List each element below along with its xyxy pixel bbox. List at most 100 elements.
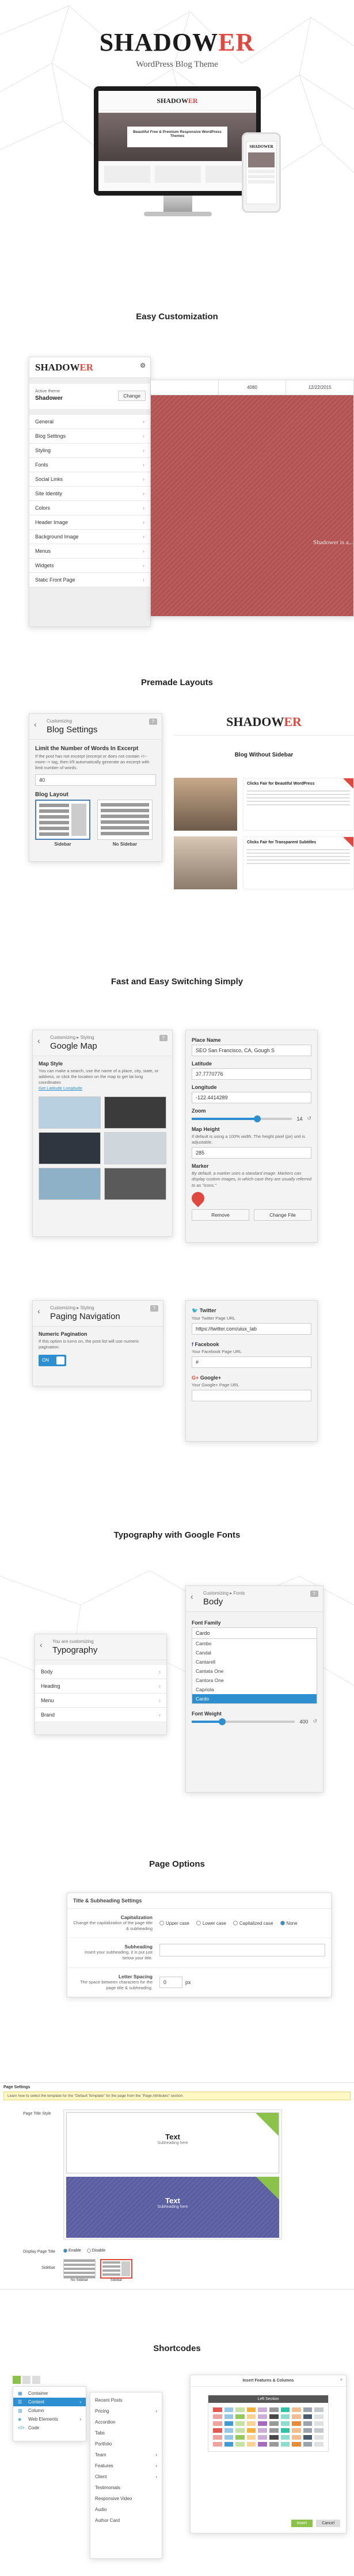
icon-picker-cell[interactable] [246,2407,256,2412]
icon-picker-cell[interactable] [213,2428,222,2433]
close-icon[interactable]: × [340,2378,342,2382]
customizer-menu-item[interactable]: Site Identity › [29,487,150,501]
sidebar-option-none[interactable]: No Sidebar [63,2259,96,2282]
shortcode-submenu-item[interactable]: Client › [90,2471,162,2482]
icon-picker-cell[interactable] [224,2414,234,2419]
icon-picker-cell[interactable] [292,2414,301,2419]
icon-picker-cell[interactable] [292,2407,301,2412]
shortcode-menu-item[interactable]: </> Code [13,2424,86,2432]
cancel-button[interactable]: Cancel [316,2520,340,2527]
customizer-menu-item[interactable]: Static Front Page › [29,573,150,587]
help-button[interactable]: ? [310,1591,318,1597]
zoom-slider[interactable] [192,1115,292,1122]
customizer-menu-item[interactable]: Blog Settings › [29,429,150,444]
shortcode-submenu-item[interactable]: Pricing › [90,2406,162,2417]
customizer-menu-item[interactable]: Widgets › [29,559,150,573]
zoom-slider-handle[interactable] [254,1115,261,1122]
customizer-menu-item[interactable]: Background Image › [29,530,150,544]
font-family-option[interactable]: Cantarell [192,1657,317,1667]
map-height-input[interactable]: 285 [192,1147,311,1159]
title-style-image[interactable]: Text Subheading here [66,2177,279,2238]
customizer-menu-item[interactable]: Social Links › [29,472,150,487]
help-button[interactable]: ? [149,718,157,725]
font-weight-slider-handle[interactable] [218,1718,226,1725]
icon-picker-cell[interactable] [246,2442,256,2447]
icon-picker-cell[interactable] [303,2421,313,2426]
icon-picker-cell[interactable] [314,2428,323,2433]
shortcode-submenu-item[interactable]: Features › [90,2460,162,2471]
title-style-plain[interactable]: Text Subheading here [66,2112,279,2173]
icon-picker-cell[interactable] [292,2421,301,2426]
icon-picker-cell[interactable] [292,2428,301,2433]
customizer-menu-item[interactable]: Colors › [29,501,150,515]
icon-picker-cell[interactable] [224,2435,234,2440]
map-style-option[interactable] [39,1167,101,1200]
icon-picker-cell[interactable] [235,2435,245,2440]
icon-picker-cell[interactable] [269,2407,279,2412]
icon-picker-cell[interactable] [213,2442,222,2447]
icon-picker-cell[interactable] [280,2435,290,2440]
shortcode-submenu-item[interactable]: Audio [90,2504,162,2515]
font-family-option[interactable]: Cantora One [192,1676,317,1685]
help-button[interactable]: ? [150,1305,158,1312]
icon-picker-cell[interactable] [246,2421,256,2426]
typography-menu-item[interactable]: Body › [35,1665,166,1679]
icon-picker-cell[interactable] [258,2435,267,2440]
icon-picker-cell[interactable] [224,2421,234,2426]
icon-picker-cell[interactable] [235,2442,245,2447]
icon-picker-cell[interactable] [303,2414,313,2419]
font-family-option[interactable]: Cantata One [192,1667,317,1676]
shortcode-submenu-item[interactable]: Tabs [90,2428,162,2439]
customizer-menu-item[interactable]: Styling › [29,444,150,458]
reset-icon[interactable]: ↺ [307,1115,311,1122]
icon-picker-cell[interactable] [314,2435,323,2440]
facebook-input[interactable]: # [192,1356,311,1369]
capitalization-option[interactable]: Upper case [159,1921,189,1926]
shortcode-menu-item[interactable]: ▥ Column [13,2406,86,2415]
icon-picker-cell[interactable] [235,2428,245,2433]
gear-icon[interactable]: ⚙ [140,362,146,369]
map-style-option[interactable] [104,1167,166,1200]
shortcode-submenu-item[interactable]: Testimonials [90,2482,162,2493]
change-file-button[interactable]: Change File [254,1209,311,1221]
layout-option-no-sidebar[interactable]: No Sidebar [97,800,153,847]
place-name-input[interactable]: SEO San Francisco, CA, Gough S [192,1045,311,1056]
shortcode-menu-item[interactable]: ☰ Content › [13,2398,86,2406]
remove-marker-button[interactable]: Remove [192,1209,249,1221]
letter-spacing-input[interactable]: 0 [159,1976,182,1988]
icon-picker-cell[interactable] [269,2421,279,2426]
shortcode-submenu-item[interactable]: Accordion [90,2417,162,2428]
icon-picker-cell[interactable] [314,2407,323,2412]
shortcode-menu-item[interactable]: ◈ Web Elements › [13,2415,86,2424]
change-theme-button[interactable]: Change [118,391,146,401]
icon-picker-cell[interactable] [303,2435,313,2440]
icon-picker-cell[interactable] [246,2435,256,2440]
icon-picker-cell[interactable] [292,2435,301,2440]
icon-picker-cell[interactable] [213,2414,222,2419]
icon-picker-cell[interactable] [280,2421,290,2426]
map-style-option[interactable] [104,1096,166,1129]
icon-picker-cell[interactable] [269,2414,279,2419]
customizer-menu-item[interactable]: Menus › [29,544,150,559]
map-style-option[interactable] [39,1132,101,1164]
icon-picker-cell[interactable] [280,2407,290,2412]
toolbar-icon[interactable] [32,2376,40,2384]
back-arrow-icon[interactable]: ‹ [34,720,37,729]
icon-picker-cell[interactable] [213,2421,222,2426]
icon-picker-cell[interactable] [235,2421,245,2426]
icon-picker-cell[interactable] [258,2414,267,2419]
icon-picker-cell[interactable] [258,2421,267,2426]
icon-picker-cell[interactable] [314,2442,323,2447]
back-arrow-icon[interactable]: ‹ [37,1306,40,1316]
font-family-option[interactable]: Capriola [192,1685,317,1694]
font-weight-slider[interactable] [192,1718,295,1725]
longitude-input[interactable]: -122.4414289 [192,1092,311,1103]
shortcode-submenu-item[interactable]: Responsive Video [90,2493,162,2504]
font-family-option[interactable]: Cardo [192,1694,317,1703]
subheading-input[interactable] [159,1944,325,1957]
icon-picker-cell[interactable] [224,2442,234,2447]
shortcode-toolbar-icon[interactable] [13,2376,21,2384]
map-style-option[interactable] [39,1096,101,1129]
icon-picker-cell[interactable] [235,2407,245,2412]
icon-picker-cell[interactable] [269,2442,279,2447]
